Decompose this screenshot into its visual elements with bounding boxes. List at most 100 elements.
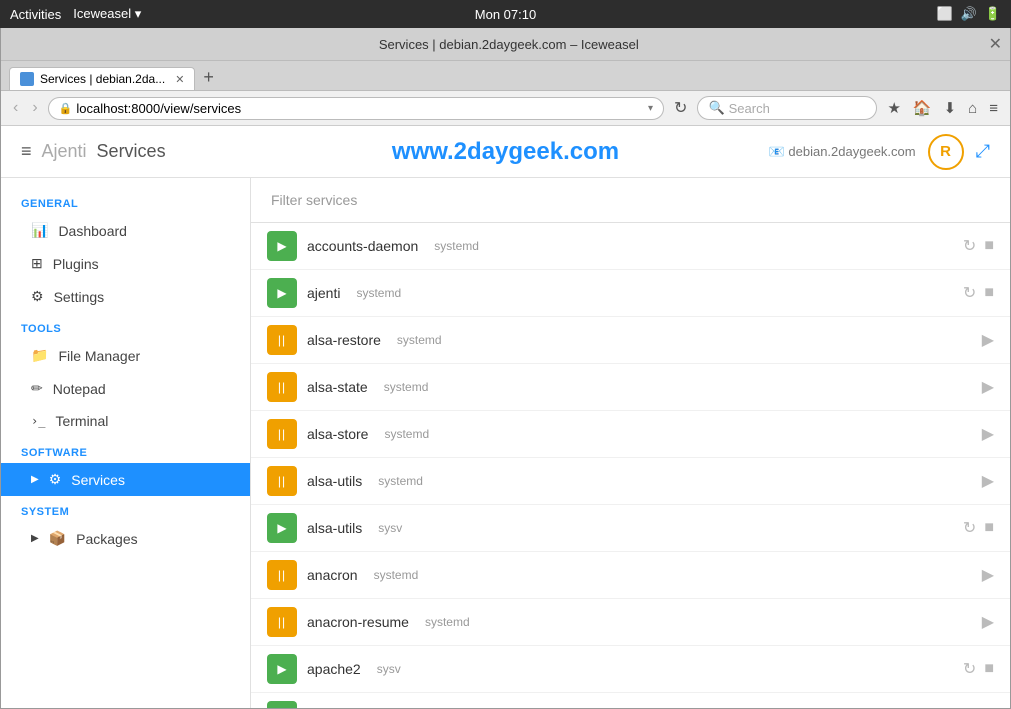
service-type: systemd bbox=[374, 568, 419, 582]
services-icon: ⚙ bbox=[49, 471, 62, 488]
home-icon[interactable]: ⌂ bbox=[964, 98, 981, 119]
paused-status-button[interactable]: || bbox=[267, 560, 297, 590]
back-button[interactable]: ‹ bbox=[9, 97, 22, 119]
service-actions: ▶ bbox=[982, 377, 994, 397]
sidebar-item-filemanager[interactable]: 📁 File Manager bbox=[1, 339, 250, 372]
service-type: systemd bbox=[425, 615, 470, 629]
sidebar-item-terminal[interactable]: ›_ Terminal bbox=[1, 405, 250, 437]
stop-icon[interactable]: ■ bbox=[984, 707, 994, 708]
running-status-button[interactable]: ▶ bbox=[267, 231, 297, 261]
services-list: ▶ accounts-daemon systemd ↻ ■ ▶ bbox=[251, 223, 1010, 708]
service-name: alsa-utils bbox=[307, 473, 362, 489]
brand-name: Ajenti bbox=[42, 141, 87, 162]
filemanager-icon: 📁 bbox=[31, 347, 48, 364]
sidebar-item-label: Dashboard bbox=[58, 223, 127, 239]
service-row: ▶ apache2 sysv ↻ ■ bbox=[251, 646, 1010, 693]
activities-button[interactable]: Activities bbox=[10, 7, 61, 22]
service-actions: ▶ bbox=[982, 471, 994, 491]
browser-title: Services | debian.2daygeek.com – Iceweas… bbox=[29, 37, 989, 52]
service-actions: ↻ ■ bbox=[963, 236, 994, 256]
page-icon[interactable]: 🏠 bbox=[909, 97, 936, 119]
start-icon[interactable]: ▶ bbox=[982, 377, 994, 397]
address-bar: ‹ › 🔒 localhost:8000/view/services ▾ ↻ 🔍… bbox=[1, 91, 1010, 126]
service-type: systemd bbox=[378, 474, 423, 488]
search-icon: 🔍 bbox=[708, 100, 724, 116]
stop-icon[interactable]: ■ bbox=[984, 284, 994, 302]
running-status-button[interactable]: ▶ bbox=[267, 513, 297, 543]
running-status-button[interactable]: ▶ bbox=[267, 278, 297, 308]
url-bar[interactable]: 🔒 localhost:8000/view/services ▾ bbox=[48, 97, 664, 120]
battery-icon: 🔋 bbox=[985, 6, 1001, 22]
pause-icon: || bbox=[278, 474, 286, 488]
browser-window: Services | debian.2daygeek.com – Iceweas… bbox=[0, 28, 1011, 709]
service-actions: ▶ bbox=[982, 612, 994, 632]
pause-icon: || bbox=[278, 427, 286, 441]
brand-section: Services bbox=[97, 141, 166, 162]
stop-icon[interactable]: ■ bbox=[984, 519, 994, 537]
url-dropdown-icon[interactable]: ▾ bbox=[648, 103, 653, 114]
new-tab-button[interactable]: + bbox=[197, 65, 220, 90]
sidebar-item-services[interactable]: ▶ ⚙ Services bbox=[1, 463, 250, 496]
hamburger-icon[interactable]: ≡ bbox=[21, 141, 32, 162]
start-icon[interactable]: ▶ bbox=[982, 471, 994, 491]
service-name: alsa-store bbox=[307, 426, 368, 442]
running-status-button[interactable]: ▶ bbox=[267, 654, 297, 684]
restart-icon[interactable]: ↻ bbox=[963, 659, 976, 679]
sidebar-item-settings[interactable]: ⚙ Settings bbox=[1, 280, 250, 313]
sidebar-section-tools: TOOLS bbox=[1, 313, 250, 339]
restart-icon[interactable]: ↻ bbox=[963, 518, 976, 538]
terminal-icon: ›_ bbox=[31, 414, 45, 428]
paused-status-button[interactable]: || bbox=[267, 372, 297, 402]
restart-icon[interactable]: ↻ bbox=[963, 236, 976, 256]
sidebar-item-label: Notepad bbox=[53, 381, 106, 397]
paused-status-button[interactable]: || bbox=[267, 325, 297, 355]
main-content: Filter services ▶ accounts-daemon system… bbox=[251, 178, 1010, 708]
sidebar-section-software: SOFTWARE bbox=[1, 437, 250, 463]
sidebar-item-label: Packages bbox=[76, 531, 137, 547]
service-row: || anacron systemd ▶ bbox=[251, 552, 1010, 599]
service-row: || anacron-resume systemd ▶ bbox=[251, 599, 1010, 646]
play-icon: ▶ bbox=[277, 286, 286, 300]
volume-icon[interactable]: 🔊 bbox=[961, 6, 977, 22]
stop-icon[interactable]: ■ bbox=[984, 237, 994, 255]
stop-icon[interactable]: ■ bbox=[984, 660, 994, 678]
app-layout: ≡ Ajenti Services www.2daygeek.com 📧 deb… bbox=[1, 126, 1010, 708]
packages-expand-icon: ▶ bbox=[31, 533, 39, 544]
menu-icon[interactable]: ≡ bbox=[985, 98, 1002, 119]
service-type: sysv bbox=[378, 521, 402, 535]
running-status-button[interactable]: ▶ bbox=[267, 701, 297, 708]
expand-icon[interactable]: ⤢ bbox=[976, 141, 990, 162]
service-row: || alsa-state systemd ▶ bbox=[251, 364, 1010, 411]
browser-tab-active[interactable]: Services | debian.2da... ✕ bbox=[9, 67, 195, 90]
search-bar[interactable]: 🔍 Search bbox=[697, 96, 877, 120]
start-icon[interactable]: ▶ bbox=[982, 424, 994, 444]
sidebar-item-notepad[interactable]: ✏ Notepad bbox=[1, 372, 250, 405]
browser-close-button[interactable]: ✕ bbox=[989, 34, 1002, 54]
paused-status-button[interactable]: || bbox=[267, 466, 297, 496]
plugins-icon: ⊞ bbox=[31, 255, 43, 272]
sidebar-item-dashboard[interactable]: 📊 Dashboard bbox=[1, 214, 250, 247]
bookmark-icon[interactable]: ★ bbox=[883, 97, 904, 119]
forward-button[interactable]: › bbox=[28, 97, 41, 119]
start-icon[interactable]: ▶ bbox=[982, 565, 994, 585]
service-name: apache2 bbox=[307, 661, 361, 677]
sidebar-item-plugins[interactable]: ⊞ Plugins bbox=[1, 247, 250, 280]
start-icon[interactable]: ▶ bbox=[982, 330, 994, 350]
app-menu-button[interactable]: Iceweasel ▾ bbox=[73, 6, 141, 22]
packages-icon: 📦 bbox=[49, 530, 66, 547]
restart-icon[interactable]: ↻ bbox=[963, 283, 976, 303]
service-actions: ↻ ■ bbox=[963, 706, 994, 708]
service-name: anacron-resume bbox=[307, 614, 409, 630]
reload-button[interactable]: ↻ bbox=[670, 96, 691, 120]
paused-status-button[interactable]: || bbox=[267, 607, 297, 637]
app-body: GENERAL 📊 Dashboard ⊞ Plugins ⚙ Settings… bbox=[1, 178, 1010, 708]
user-avatar[interactable]: R bbox=[928, 134, 964, 170]
download-icon[interactable]: ⬇ bbox=[940, 97, 961, 119]
filter-placeholder[interactable]: Filter services bbox=[271, 192, 357, 208]
start-icon[interactable]: ▶ bbox=[982, 612, 994, 632]
tab-close-button[interactable]: ✕ bbox=[175, 73, 184, 86]
sidebar-item-packages[interactable]: ▶ 📦 Packages bbox=[1, 522, 250, 555]
restart-icon[interactable]: ↻ bbox=[963, 706, 976, 708]
paused-status-button[interactable]: || bbox=[267, 419, 297, 449]
url-text: localhost:8000/view/services bbox=[76, 101, 644, 116]
